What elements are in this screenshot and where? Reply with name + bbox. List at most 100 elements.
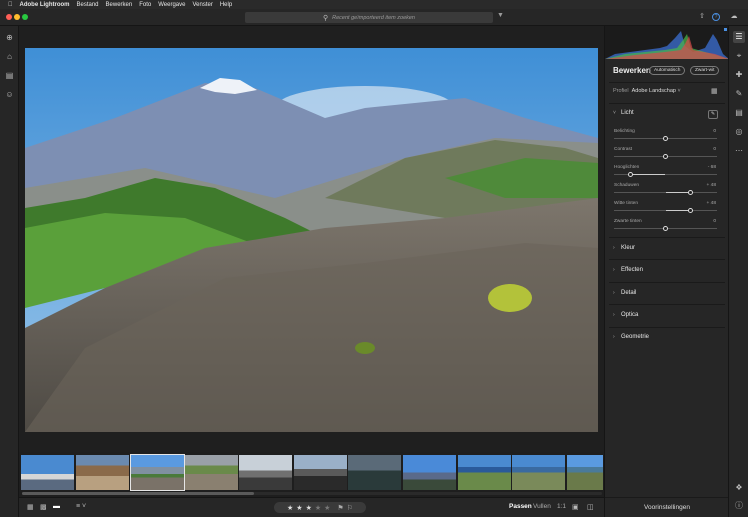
close-window-button[interactable] xyxy=(6,14,12,20)
slider-value[interactable]: + 48 xyxy=(707,183,716,188)
slider-track[interactable] xyxy=(614,190,717,195)
thumbnail[interactable] xyxy=(512,455,565,490)
divider xyxy=(609,259,725,260)
ratio-button[interactable]: 1:1 xyxy=(557,503,566,510)
slider-value[interactable]: 0 xyxy=(713,129,716,134)
section-detail-header[interactable]: › Detail xyxy=(613,290,636,296)
chevron-right-icon: › xyxy=(613,245,615,251)
info-icon[interactable]: ⓘ xyxy=(733,500,745,512)
slider-label: Witte tinten xyxy=(614,201,638,206)
thumbnail[interactable] xyxy=(76,455,129,490)
thumbnail[interactable] xyxy=(185,455,238,490)
zoom-window-button[interactable] xyxy=(22,14,28,20)
profile-selector[interactable]: Profiel Adobe Landschap ˅ xyxy=(613,88,681,94)
more-icon[interactable]: ⋯ xyxy=(733,145,745,157)
brush-icon[interactable]: ✎ xyxy=(733,88,745,100)
section-color-header[interactable]: › Kleur xyxy=(613,245,635,251)
thumbnail[interactable] xyxy=(348,455,401,490)
thumbnail[interactable] xyxy=(458,455,511,490)
menu-weergave[interactable]: Weergave xyxy=(158,2,185,8)
minimize-window-button[interactable] xyxy=(14,14,20,20)
star-3[interactable]: ★ xyxy=(306,504,312,512)
profile-browser-icon[interactable]: ▦ xyxy=(711,87,718,95)
slider-track[interactable] xyxy=(614,226,717,231)
tag-icon[interactable]: ❖ xyxy=(733,482,745,494)
slider-track[interactable] xyxy=(614,208,717,213)
scrollbar-thumb[interactable] xyxy=(22,492,254,495)
cloud-icon[interactable]: ☁ xyxy=(729,12,739,22)
crop-icon[interactable]: ⌖ xyxy=(733,50,745,62)
slider-value[interactable]: - 68 xyxy=(708,165,716,170)
menu-venster[interactable]: Venster xyxy=(192,2,212,8)
filter-icon[interactable]: ▼ xyxy=(497,12,504,19)
square-grid-icon[interactable]: ▩ xyxy=(40,503,47,511)
flag-icon[interactable]: ⚑ xyxy=(337,504,343,512)
divider xyxy=(609,282,725,283)
photo-info-icon[interactable]: ▣ xyxy=(572,503,579,511)
healing-icon[interactable]: ✚ xyxy=(733,69,745,81)
grid-view-icon[interactable]: ▦ xyxy=(27,503,34,511)
section-light-header[interactable]: ˅ Licht xyxy=(613,110,634,116)
section-optics-header[interactable]: › Optica xyxy=(613,312,638,318)
home-icon[interactable]: ⌂ xyxy=(4,51,15,62)
slider-handle[interactable] xyxy=(663,226,668,231)
tool-strip: ☰ ⌖ ✚ ✎ ▤ ◎ ⋯ ❖ ⓘ xyxy=(728,26,748,517)
edit-panel-title: Bewerken xyxy=(613,66,651,75)
slider-value[interactable]: 0 xyxy=(713,219,716,224)
slider-handle[interactable] xyxy=(687,208,693,213)
thumbnail[interactable] xyxy=(239,455,292,490)
filmstrip-scrollbar[interactable] xyxy=(22,492,602,495)
share-icon[interactable]: ⇧ xyxy=(697,12,707,22)
sort-icon[interactable]: ≡ ˅ xyxy=(76,503,86,510)
fit-button[interactable]: Passen xyxy=(509,503,532,510)
library-icon[interactable]: ▤ xyxy=(4,70,15,81)
menu-bewerken[interactable]: Bewerken xyxy=(106,2,133,8)
auto-tone-icon[interactable]: ✎ xyxy=(708,110,718,119)
menu-help[interactable]: Help xyxy=(220,2,232,8)
menu-app-name[interactable]: Adobe Lightroom xyxy=(20,2,70,8)
slider-value[interactable]: 0 xyxy=(713,147,716,152)
histogram xyxy=(605,26,729,59)
people-icon[interactable]: ☺ xyxy=(4,89,15,100)
slider-label: Zwarte tinten xyxy=(614,219,642,224)
slider-track[interactable] xyxy=(614,154,717,159)
section-geometry-header[interactable]: › Geometrie xyxy=(613,334,649,340)
star-1[interactable]: ★ xyxy=(287,504,293,512)
search-field[interactable]: ⚲ Recent geïmporteerd item zoeken xyxy=(245,12,493,23)
apple-menu[interactable]:  xyxy=(8,2,13,8)
slider-value[interactable]: + 48 xyxy=(707,201,716,206)
compare-icon[interactable]: ◫ xyxy=(587,503,594,511)
photo-canvas[interactable] xyxy=(19,26,604,452)
black-white-button[interactable]: Zwart-wit xyxy=(690,66,720,75)
thumbnail[interactable] xyxy=(567,455,603,490)
main-photo xyxy=(25,48,598,432)
menu-foto[interactable]: Foto xyxy=(139,2,151,8)
slider-handle[interactable] xyxy=(663,154,668,159)
slider-track[interactable] xyxy=(614,136,717,141)
thumbnail-selected[interactable] xyxy=(130,454,185,491)
edit-sliders-icon[interactable]: ☰ xyxy=(733,31,745,43)
radial-gradient-icon[interactable]: ◎ xyxy=(733,126,745,138)
thumbnail[interactable] xyxy=(294,455,347,490)
star-4[interactable]: ★ xyxy=(315,504,321,512)
thumbnail[interactable] xyxy=(21,455,74,490)
slider-handle[interactable] xyxy=(687,190,693,195)
fill-button[interactable]: Vullen xyxy=(533,503,551,510)
slider-track[interactable] xyxy=(614,172,717,177)
section-color-title: Kleur xyxy=(621,245,636,251)
thumbnail[interactable] xyxy=(403,455,456,490)
linear-gradient-icon[interactable]: ▤ xyxy=(733,107,745,119)
reject-flag-icon[interactable]: ⚐ xyxy=(347,504,353,512)
section-effects-header[interactable]: › Effecten xyxy=(613,267,643,273)
help-icon[interactable]: ? xyxy=(712,13,720,21)
add-photos-icon[interactable]: ⊕ xyxy=(4,32,15,43)
star-2[interactable]: ★ xyxy=(296,504,302,512)
slider-handle[interactable] xyxy=(627,172,633,177)
slider-fill xyxy=(665,210,691,211)
auto-button[interactable]: Automatisch xyxy=(649,66,686,75)
slider-handle[interactable] xyxy=(663,136,668,141)
presets-button[interactable]: Voorinstellingen xyxy=(605,497,729,517)
menu-bestand[interactable]: Bestand xyxy=(77,2,99,8)
star-5[interactable]: ★ xyxy=(324,504,330,512)
detail-view-icon[interactable]: ▬ xyxy=(53,503,60,510)
